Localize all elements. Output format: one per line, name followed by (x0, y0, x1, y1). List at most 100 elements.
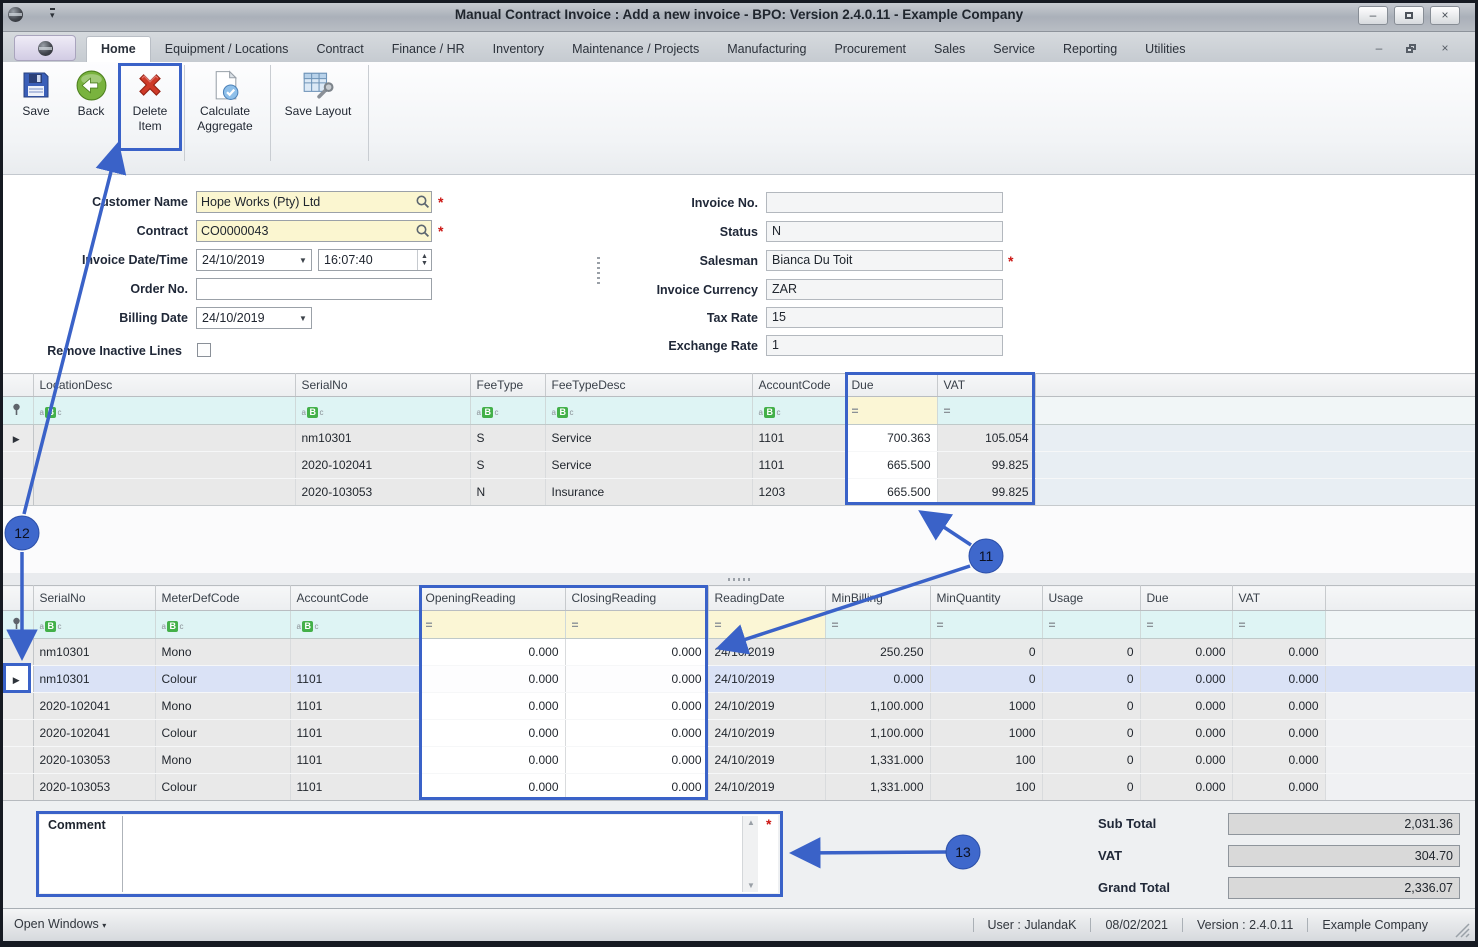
column-header[interactable]: OpeningReading (419, 586, 565, 611)
filter-cell[interactable]: = (1140, 611, 1232, 639)
filter-cell[interactable]: = (937, 397, 1035, 425)
grid-splitter[interactable] (0, 573, 1478, 585)
cell-vat[interactable]: 105.054 (937, 425, 1035, 452)
cell-closingreading[interactable]: 0.000 (565, 747, 708, 774)
cell-usage[interactable]: 0 (1042, 774, 1140, 801)
column-header[interactable]: LocationDesc (33, 374, 295, 397)
cell-openingreading[interactable]: 0.000 (419, 666, 565, 693)
meters-grid-row[interactable]: 2020-103053 Colour 1101 0.000 0.000 24/1… (0, 774, 1478, 801)
back-button[interactable]: Back (66, 66, 116, 152)
cell-serialno[interactable]: 2020-102041 (33, 720, 155, 747)
cell-closingreading[interactable]: 0.000 (565, 639, 708, 666)
column-header[interactable]: ReadingDate (708, 586, 825, 611)
filter-cell[interactable]: aBc (470, 397, 545, 425)
cell-openingreading[interactable]: 0.000 (419, 774, 565, 801)
filter-cell[interactable]: aBc (295, 397, 470, 425)
cell-usage[interactable]: 0 (1042, 720, 1140, 747)
ribbon-tab[interactable]: Equipment / Locations (151, 37, 303, 62)
ribbon-close-icon[interactable]: × (1434, 41, 1456, 57)
cell-vat[interactable]: 0.000 (1232, 720, 1325, 747)
column-header[interactable]: Due (845, 374, 937, 397)
cell-feetype[interactable]: N (470, 479, 545, 506)
invoice-date-picker[interactable]: 24/10/2019 ▼ (196, 249, 312, 271)
cell-openingreading[interactable]: 0.000 (419, 693, 565, 720)
cell-accountcode[interactable]: 1101 (290, 720, 419, 747)
search-icon[interactable] (415, 194, 431, 210)
ribbon-tab[interactable]: Contract (302, 37, 377, 62)
filter-cell[interactable]: = (845, 397, 937, 425)
filter-cell[interactable]: aBc (33, 397, 295, 425)
column-header[interactable]: VAT (1232, 586, 1325, 611)
fees-grid-row[interactable]: 2020-102041 S Service 1101 665.500 99.82… (0, 452, 1478, 479)
column-header[interactable]: MinBilling (825, 586, 930, 611)
cell-accountcode[interactable]: 1101 (752, 425, 845, 452)
ribbon-tab[interactable]: Reporting (1049, 37, 1131, 62)
contract-input[interactable] (197, 224, 415, 238)
cell-serialno[interactable]: 2020-103053 (295, 479, 470, 506)
cell-serialno[interactable]: nm10301 (33, 639, 155, 666)
filter-cell[interactable]: = (930, 611, 1042, 639)
cell-openingreading[interactable]: 0.000 (419, 747, 565, 774)
cell-feetype[interactable]: S (470, 425, 545, 452)
cell-serialno[interactable]: 2020-103053 (33, 774, 155, 801)
cell-due[interactable]: 665.500 (845, 452, 937, 479)
minimize-button[interactable]: – (1358, 6, 1388, 25)
cell-minquantity[interactable]: 100 (930, 747, 1042, 774)
cell-openingreading[interactable]: 0.000 (419, 720, 565, 747)
ribbon-tab[interactable]: Home (86, 36, 151, 62)
cell-vat[interactable]: 0.000 (1232, 747, 1325, 774)
cell-due[interactable]: 0.000 (1140, 720, 1232, 747)
cell-minbilling[interactable]: 1,331.000 (825, 774, 930, 801)
cell-usage[interactable]: 0 (1042, 666, 1140, 693)
cell-accountcode[interactable]: 1101 (752, 452, 845, 479)
ribbon-tab[interactable]: Utilities (1131, 37, 1199, 62)
order-no-input[interactable] (197, 279, 431, 299)
cell-vat[interactable]: 0.000 (1232, 774, 1325, 801)
filter-cell[interactable]: = (1042, 611, 1140, 639)
filter-cell[interactable]: aBc (752, 397, 845, 425)
cell-readingdate[interactable]: 24/10/2019 (708, 693, 825, 720)
delete-item-button[interactable]: Delete Item (121, 66, 179, 152)
meters-grid-row[interactable]: 2020-103053 Mono 1101 0.000 0.000 24/10/… (0, 747, 1478, 774)
filter-cell[interactable]: aBc (545, 397, 752, 425)
filter-cell[interactable]: = (565, 611, 708, 639)
spin-up-icon[interactable]: ▲ (418, 253, 431, 260)
cell-accountcode[interactable]: 1101 (290, 666, 419, 693)
cell-meterdefcode[interactable]: Mono (155, 639, 290, 666)
invoice-time-spinner[interactable]: 16:07:40 ▲▼ (318, 249, 432, 271)
cell-serialno[interactable]: 2020-102041 (33, 693, 155, 720)
cell-meterdefcode[interactable]: Colour (155, 720, 290, 747)
cell-usage[interactable]: 0 (1042, 639, 1140, 666)
filter-cell[interactable]: = (419, 611, 565, 639)
ribbon-tab[interactable]: Manufacturing (713, 37, 820, 62)
chevron-down-icon[interactable]: ▼ (295, 314, 311, 323)
cell-closingreading[interactable]: 0.000 (565, 774, 708, 801)
cell-readingdate[interactable]: 24/10/2019 (708, 774, 825, 801)
scroll-down-icon[interactable]: ▼ (743, 881, 759, 890)
cell-serialno[interactable]: nm10301 (33, 666, 155, 693)
cell-openingreading[interactable]: 0.000 (419, 639, 565, 666)
meters-grid-row[interactable]: nm10301 Mono 0.000 0.000 24/10/2019 250.… (0, 639, 1478, 666)
cell-readingdate[interactable]: 24/10/2019 (708, 639, 825, 666)
filter-cell[interactable]: = (825, 611, 930, 639)
cell-accountcode[interactable]: 1101 (290, 693, 419, 720)
ribbon-restore-icon[interactable] (1400, 41, 1422, 57)
cell-due[interactable]: 0.000 (1140, 639, 1232, 666)
cell-closingreading[interactable]: 0.000 (565, 666, 708, 693)
save-layout-button[interactable]: Save Layout (278, 66, 358, 152)
cell-feetypedesc[interactable]: Insurance (545, 479, 752, 506)
ribbon-tab[interactable]: Finance / HR (378, 37, 479, 62)
application-menu-button[interactable] (14, 35, 76, 61)
cell-due[interactable]: 665.500 (845, 479, 937, 506)
cell-locationdesc[interactable] (33, 452, 295, 479)
cell-meterdefcode[interactable]: Mono (155, 693, 290, 720)
fees-grid-row[interactable]: ▶ nm10301 S Service 1101 700.363 105.054 (0, 425, 1478, 452)
filter-cell[interactable]: aBc (290, 611, 419, 639)
cell-due[interactable]: 0.000 (1140, 693, 1232, 720)
cell-serialno[interactable]: 2020-103053 (33, 747, 155, 774)
cell-meterdefcode[interactable]: Mono (155, 747, 290, 774)
billing-date-picker[interactable]: 24/10/2019 ▼ (196, 307, 312, 329)
column-header[interactable]: FeeTypeDesc (545, 374, 752, 397)
cell-minbilling[interactable]: 0.000 (825, 666, 930, 693)
calculate-aggregate-button[interactable]: Calculate Aggregate (189, 66, 261, 152)
